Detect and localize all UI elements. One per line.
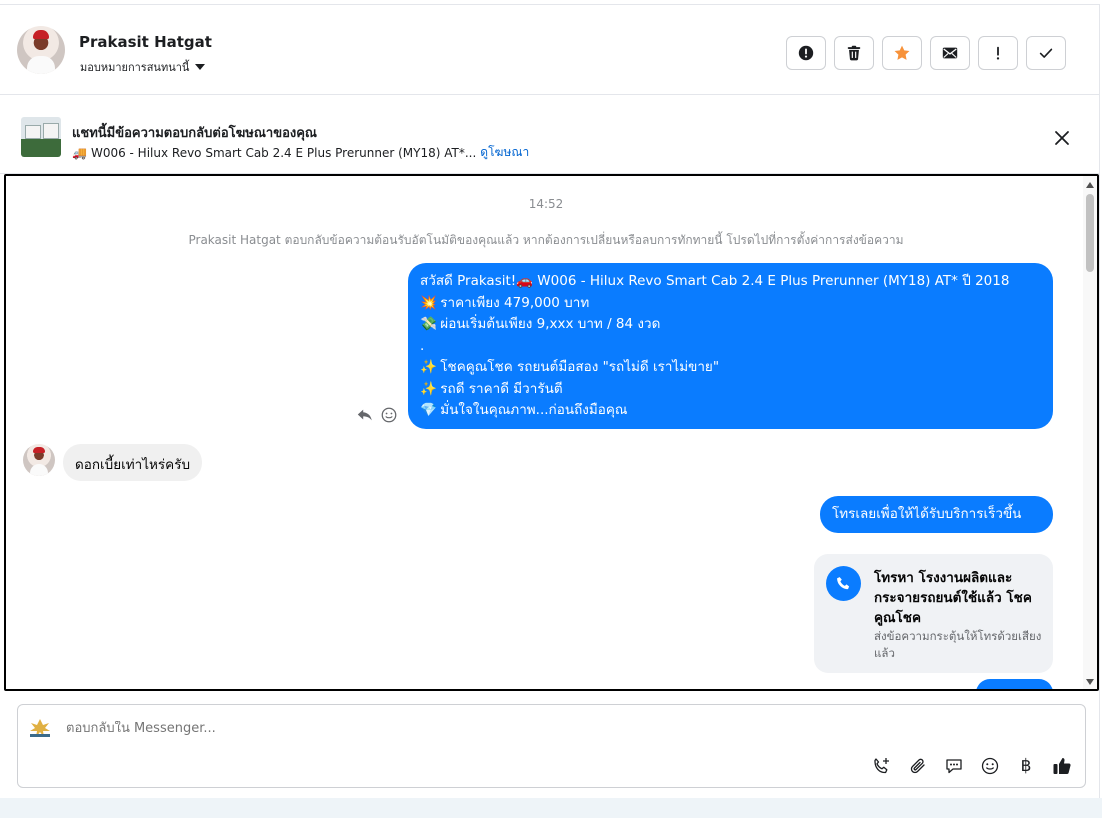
ad-reply-banner: แชทนี้มีข้อความตอบกลับต่อโฆษณาของคุณ 🚚 W… (0, 95, 1100, 174)
message-timestamp: 14:52 (528, 197, 564, 211)
phone-icon (826, 566, 861, 601)
caret-down-icon (195, 64, 206, 70)
alert-circle-icon (798, 45, 814, 61)
inbox-conversation-pane: Prakasit Hatgat มอบหมายการสนทนานี้ แชทนี… (0, 4, 1100, 798)
message-line: 💥 ราคาเพียง 479,000 บาท (420, 294, 590, 311)
reply-icon[interactable] (356, 406, 374, 424)
close-icon[interactable] (1052, 128, 1072, 148)
truck-emoji-icon: 🚚 (72, 145, 87, 160)
message-line: 💎 มั่นใจในคุณภาพ...ก่อนถึงมือคุณ (420, 402, 628, 418)
reply-composer: ฿ (17, 704, 1086, 788)
call-request-card[interactable]: โทรหา โรงงานผลิตและกระจายรถยนต์ใช้แล้ว โ… (814, 554, 1053, 673)
envelope-icon (942, 47, 958, 59)
message-line: ✨ รถดี ราคาดี มีวารันตี (420, 380, 563, 397)
scroll-down-arrow-icon[interactable] (1086, 679, 1094, 685)
ad-banner-title: แชทนี้มีข้อความตอบกลับต่อโฆษณาของคุณ (72, 126, 317, 141)
emoji-icon (981, 757, 999, 775)
saved-reply-icon (946, 759, 962, 774)
scrollbar-thumb[interactable] (1086, 194, 1094, 272)
ad-thumbnail[interactable] (21, 117, 61, 157)
call-card-description: ส่งข้อความกระตุ้นให้โทรด้วยเสียงแล้ว (874, 629, 1042, 660)
done-button[interactable] (1026, 36, 1066, 70)
star-icon (894, 45, 910, 60)
paperclip-icon (910, 758, 925, 774)
checkmark-icon (1039, 48, 1053, 58)
call-card-title: โทรหา โรงงานผลิตและกระจายรถยนต์ใช้แล้ว โ… (874, 570, 1032, 626)
contact-name[interactable]: Prakasit Hatgat (79, 33, 212, 51)
welcome-message-bubble[interactable]: สวัสดี Prakasit!🚗 W006 - Hilux Revo Smar… (408, 263, 1053, 429)
assign-conversation-dropdown[interactable]: มอบหมายการสนทนานี้ (80, 58, 206, 76)
ad-banner-subtitle: 🚚 W006 - Hilux Revo Smart Cab 2.4 E Plus… (72, 143, 529, 162)
star-button[interactable] (882, 36, 922, 70)
contact-avatar-small[interactable] (23, 444, 55, 476)
conversation-header: Prakasit Hatgat มอบหมายการสนทนานี้ (0, 5, 1100, 95)
message-thread[interactable]: 14:52 Prakasit Hatgat ตอบกลับข้อความต้อน… (4, 174, 1099, 691)
important-button[interactable] (978, 36, 1018, 70)
emoji-button[interactable] (979, 755, 1001, 777)
emoji-react-icon[interactable] (380, 406, 398, 424)
phone-plus-icon (874, 758, 889, 774)
saved-replies-button[interactable] (943, 755, 965, 777)
scrollbar[interactable] (1083, 176, 1097, 689)
payment-button[interactable]: ฿ (1015, 755, 1037, 777)
baht-icon: ฿ (1020, 756, 1032, 776)
attach-button[interactable] (907, 755, 929, 777)
mark-unread-button[interactable] (930, 36, 970, 70)
assign-label: มอบหมายการสนทนานี้ (80, 61, 190, 74)
composer-tools: ฿ (871, 755, 1073, 777)
page-footer-strip (0, 798, 1102, 818)
page-logo-icon (30, 719, 50, 737)
message-line: . (420, 337, 425, 354)
message-line: สวัสดี Prakasit!🚗 W006 - Hilux Revo Smar… (420, 273, 1010, 289)
message-line: 💸 ผ่อนเริ่มต้นเพียง 9,xxx บาท / 84 งวด (420, 316, 661, 332)
header-actions (786, 36, 1066, 70)
contact-avatar[interactable] (17, 26, 65, 74)
delete-button[interactable] (834, 36, 874, 70)
message-actions (356, 406, 398, 424)
incoming-message-bubble[interactable]: ดอกเบี้ยเท่าไหร่ครับ (63, 444, 203, 481)
scroll-up-arrow-icon[interactable] (1086, 182, 1094, 188)
message-line: ✨ โชคคูณโชค รถยนต์มือสอง "รถไม่ดี เราไม่… (420, 359, 720, 375)
like-button[interactable] (1051, 755, 1073, 777)
report-button[interactable] (786, 36, 826, 70)
reply-input[interactable] (66, 721, 766, 736)
system-note: Prakasit Hatgat ตอบกลับข้อความต้อนรับอัต… (188, 233, 904, 247)
trash-icon (847, 45, 861, 61)
outgoing-message-bubble-partial[interactable] (976, 679, 1053, 689)
call-button[interactable] (871, 755, 893, 777)
exclamation-icon (996, 46, 1000, 60)
view-ad-link[interactable]: ดูโฆษณา (480, 143, 529, 162)
outgoing-message-bubble[interactable]: โทรเลยเพื่อให้ได้รับบริการเร็วขึ้น (820, 496, 1053, 533)
ad-name: W006 - Hilux Revo Smart Cab 2.4 E Plus P… (90, 145, 477, 160)
thumbs-up-icon (1053, 758, 1071, 774)
